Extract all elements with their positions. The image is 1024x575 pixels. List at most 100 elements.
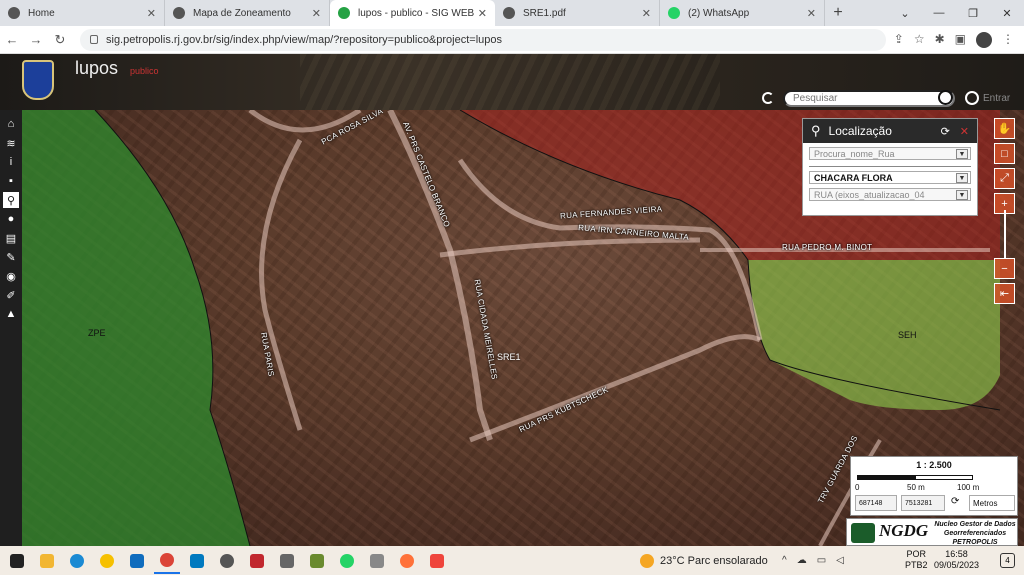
whatsapp-icon[interactable] xyxy=(334,548,360,574)
chrome-canary-icon[interactable] xyxy=(94,548,120,574)
chevron-down-icon[interactable]: ▼ xyxy=(956,149,968,159)
warning-icon[interactable]: ▲ xyxy=(3,306,19,322)
outlook-icon[interactable] xyxy=(124,548,150,574)
forward-icon[interactable]: → xyxy=(24,32,48,47)
app-icon[interactable] xyxy=(364,548,390,574)
sync-icon[interactable]: ⟳ xyxy=(941,125,950,138)
comment-icon[interactable]: ▪ xyxy=(3,173,19,189)
refresh-icon[interactable] xyxy=(762,92,774,104)
home-icon[interactable]: ⌂ xyxy=(3,116,19,132)
locate-icon: ⚲ xyxy=(811,123,821,138)
chevron-down-icon[interactable]: ▼ xyxy=(956,190,968,200)
select-value: RUA (eixos_atualizacao_04 xyxy=(814,189,925,200)
pin-icon[interactable]: ● xyxy=(3,211,19,227)
qgis-icon[interactable] xyxy=(304,548,330,574)
settings-gear-icon[interactable] xyxy=(214,548,240,574)
edge-icon[interactable] xyxy=(64,548,90,574)
layer-select[interactable]: Procura_nome_Rua ▼ xyxy=(809,147,971,160)
network-icon[interactable]: ▭ xyxy=(817,555,826,566)
chrome-icon[interactable] xyxy=(154,548,180,574)
close-tab-icon[interactable]: ✕ xyxy=(642,7,651,20)
chevron-up-icon[interactable]: ^ xyxy=(782,555,787,566)
tab-zoneamento[interactable]: Mapa de Zoneamento ✕ xyxy=(165,0,330,26)
tab-whatsapp[interactable]: (2) WhatsApp ✕ xyxy=(660,0,825,26)
left-toolbar: ⌂ ≋ i ▪ ⚲ ● ▤ ✎ ◉ ✐ ▲ xyxy=(0,110,22,546)
panel-header: ⚲ Localização ⟳ ✕ xyxy=(803,119,977,143)
info-icon[interactable]: i xyxy=(3,154,19,170)
map-nav-tools: ✋ □ ⤢ + xyxy=(994,118,1016,214)
divider xyxy=(809,166,971,167)
sidepanel-icon[interactable]: ▣ xyxy=(955,32,966,48)
address-bar: ← → ↻ sig.petropolis.rj.gov.br/sig/index… xyxy=(0,26,1024,54)
app-header: lupos publico Entrar xyxy=(0,54,1024,110)
back-icon[interactable]: ← xyxy=(0,32,24,47)
street-select[interactable]: CHACARA FLORA ▼ xyxy=(809,171,971,184)
app-icon[interactable] xyxy=(274,548,300,574)
menu-icon[interactable]: ⋮ xyxy=(1002,32,1014,48)
close-window-icon[interactable]: ✕ xyxy=(990,0,1024,26)
tab-home[interactable]: Home ✕ xyxy=(0,0,165,26)
lang-line: POR xyxy=(906,549,927,559)
zoom-slider[interactable] xyxy=(1004,210,1006,258)
zoom-out-icon[interactable]: − xyxy=(994,258,1015,279)
tab-sre1-pdf[interactable]: SRE1.pdf ✕ xyxy=(495,0,660,26)
chevron-down-icon[interactable]: ▼ xyxy=(956,173,968,183)
volume-icon[interactable]: ◁ xyxy=(836,555,844,566)
close-tab-icon[interactable]: ✕ xyxy=(147,7,156,20)
globe-icon xyxy=(503,7,515,19)
restore-icon[interactable]: ❐ xyxy=(956,0,990,26)
firefox-icon[interactable] xyxy=(394,548,420,574)
weather-widget[interactable]: 23°C Parc ensolarado xyxy=(640,546,768,575)
onedrive-icon[interactable]: ☁ xyxy=(797,555,807,566)
print-icon[interactable]: ▤ xyxy=(3,230,19,246)
close-tab-icon[interactable]: ✕ xyxy=(478,7,487,20)
reload-icon[interactable]: ↻ xyxy=(48,32,72,48)
localizacao-panel: ⚲ Localização ⟳ ✕ Procura_nome_Rua ▼ CHAC… xyxy=(802,118,978,216)
pan-hand-icon[interactable]: ✋ xyxy=(994,118,1015,139)
logo-caption: Nucleo Gestor de Dados Georreferenciados… xyxy=(933,520,1017,547)
lock-icon[interactable] xyxy=(90,35,98,44)
file-explorer-icon[interactable] xyxy=(34,548,60,574)
coord-x: 687148 xyxy=(855,495,897,511)
search-input[interactable] xyxy=(783,90,955,107)
clock-date: 09/05/2023 xyxy=(934,560,980,570)
anydesk-icon[interactable] xyxy=(424,548,450,574)
share-map-icon[interactable]: ◉ xyxy=(3,268,19,284)
previous-extent-icon[interactable]: ⇤ xyxy=(994,283,1015,304)
power-icon[interactable] xyxy=(965,91,979,105)
close-tab-icon[interactable]: ✕ xyxy=(807,7,816,20)
full-extent-icon[interactable]: ⤢ xyxy=(994,168,1015,189)
locate-icon[interactable]: ⚲ xyxy=(3,192,19,208)
new-tab-button[interactable]: + xyxy=(825,0,851,26)
layers-icon[interactable]: ≋ xyxy=(3,135,19,151)
url-field[interactable]: sig.petropolis.rj.gov.br/sig/index.php/v… xyxy=(80,28,886,51)
close-icon[interactable]: ✕ xyxy=(960,125,969,138)
login-link[interactable]: Entrar xyxy=(983,93,1010,104)
trello-icon[interactable] xyxy=(184,548,210,574)
tools-icon[interactable]: ✎ xyxy=(3,249,19,265)
site-icon xyxy=(8,7,20,19)
site-icon xyxy=(338,7,350,19)
search-icon[interactable] xyxy=(938,90,953,105)
avatar[interactable] xyxy=(976,31,992,48)
autocad-icon[interactable] xyxy=(244,548,270,574)
extensions-icon[interactable]: ✱ xyxy=(935,32,945,48)
language-indicator[interactable]: POR PTB2 xyxy=(905,549,928,571)
minimize-icon[interactable]: — xyxy=(922,0,956,26)
tab-lupos[interactable]: lupos - publico - SIG WEB Ph ✕ xyxy=(330,0,495,26)
tab-label: SRE1.pdf xyxy=(523,7,566,19)
star-icon[interactable]: ☆ xyxy=(914,32,925,48)
clock[interactable]: 16:58 09/05/2023 xyxy=(934,549,979,571)
zoom-box-icon[interactable]: □ xyxy=(994,143,1015,164)
street-layer-select[interactable]: RUA (eixos_atualizacao_04 ▼ xyxy=(809,188,971,201)
share-icon[interactable]: ⇪ xyxy=(894,32,904,48)
notification-icon[interactable]: 4 xyxy=(1000,553,1015,568)
unit-select[interactable]: Metros xyxy=(969,495,1015,511)
sync-icon[interactable]: ⟳ xyxy=(951,496,959,507)
start-icon[interactable] xyxy=(4,548,30,574)
draw-icon[interactable]: ✐ xyxy=(3,287,19,303)
system-tray: ^ ☁ ▭ ◁ xyxy=(782,546,844,575)
map-nav-tools-lower: − ⇤ xyxy=(994,258,1016,304)
close-tab-icon[interactable]: ✕ xyxy=(312,7,321,20)
tab-search-icon[interactable]: ⌄ xyxy=(888,0,922,26)
